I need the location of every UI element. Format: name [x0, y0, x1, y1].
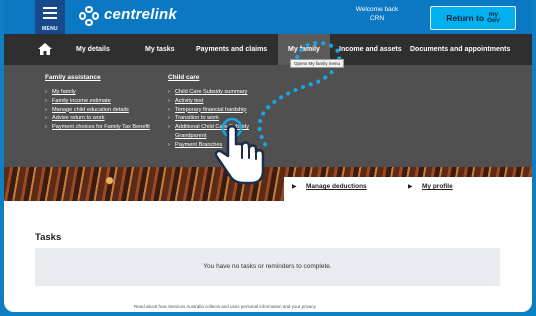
site-header: MENU centrelink Welcome back CRN Return …: [4, 0, 532, 34]
list-item[interactable]: Child Care Subsidy summary: [168, 88, 276, 97]
nav-item-my-details[interactable]: My details: [76, 34, 110, 65]
tasks-empty-state: You have no tasks or reminders to comple…: [35, 248, 500, 286]
mygov-mark-bottom: Gov: [487, 17, 500, 24]
hamburger-icon: [43, 7, 57, 9]
family-assistance-heading: Family assistance: [45, 74, 101, 81]
link-family-income-estimate[interactable]: Family income estimate: [52, 98, 111, 104]
hamburger-icon-line: [43, 17, 57, 19]
list-item[interactable]: Manage child education details: [45, 106, 157, 115]
link-payment-choices-ftb[interactable]: Payment choices for Family Tax Benefit: [52, 124, 150, 130]
welcome-line: Welcome back: [355, 6, 399, 13]
link-my-profile[interactable]: My profile: [422, 183, 453, 190]
my-family-mega-menu: Family assistance My family Family incom…: [4, 65, 532, 167]
menu-button[interactable]: MENU: [35, 0, 65, 34]
home-icon[interactable]: [38, 43, 52, 55]
family-assistance-links: My family Family income estimate Manage …: [45, 88, 157, 132]
link-child-care-subsidy-summary[interactable]: Child Care Subsidy summary: [175, 89, 247, 95]
list-item[interactable]: Activity test: [168, 97, 276, 106]
return-to-label: Return to: [446, 13, 485, 23]
app-window: MENU centrelink Welcome back CRN Return …: [4, 0, 532, 312]
quick-links-panel: ▶ Manage deductions ▶ My profile: [284, 177, 532, 201]
main-navigation: My details My tasks Payments and claims …: [4, 34, 532, 65]
centrelink-logo-icon[interactable]: [78, 5, 100, 27]
list-item[interactable]: Advise return to work: [45, 114, 157, 123]
nav-item-payments-and-claims[interactable]: Payments and claims: [196, 34, 267, 65]
list-item[interactable]: My family: [45, 88, 157, 97]
link-manage-child-education[interactable]: Manage child education details: [52, 107, 129, 113]
link-my-family[interactable]: My family: [52, 89, 76, 95]
link-advise-return-to-work[interactable]: Advise return to work: [52, 115, 105, 121]
nav-item-documents-and-appointments[interactable]: Documents and appointments: [410, 34, 510, 65]
tasks-heading: Tasks: [35, 232, 62, 243]
pointing-hand-icon: [214, 118, 265, 185]
child-care-heading: Child care: [168, 74, 200, 81]
triangle-right-icon: ▶: [408, 184, 413, 190]
triangle-right-icon: ▶: [292, 184, 297, 190]
link-manage-deductions[interactable]: Manage deductions: [306, 183, 367, 190]
menu-label: MENU: [42, 26, 58, 32]
brand-name[interactable]: centrelink: [104, 6, 177, 23]
hamburger-icon-line: [43, 12, 57, 14]
my-family-tooltip: Opens My family menu: [290, 59, 345, 68]
link-temporary-financial-hardship[interactable]: Temporary financial hardship: [175, 107, 247, 113]
nav-item-income-and-assets[interactable]: Income and assets: [339, 34, 402, 65]
return-to-mygov-button[interactable]: Return to my Gov: [430, 6, 516, 30]
list-item[interactable]: Temporary financial hardship: [168, 106, 276, 115]
crn-line: CRN: [369, 15, 385, 22]
link-activity-test[interactable]: Activity test: [175, 98, 203, 104]
welcome-message: Welcome back CRN: [342, 5, 412, 23]
nav-item-my-tasks[interactable]: My tasks: [145, 34, 175, 65]
list-item[interactable]: Payment choices for Family Tax Benefit: [45, 123, 157, 132]
privacy-note[interactable]: Read about how Services Australia collec…: [134, 304, 316, 309]
mygov-logo-icon: my Gov: [487, 11, 500, 24]
list-item[interactable]: Family income estimate: [45, 97, 157, 106]
